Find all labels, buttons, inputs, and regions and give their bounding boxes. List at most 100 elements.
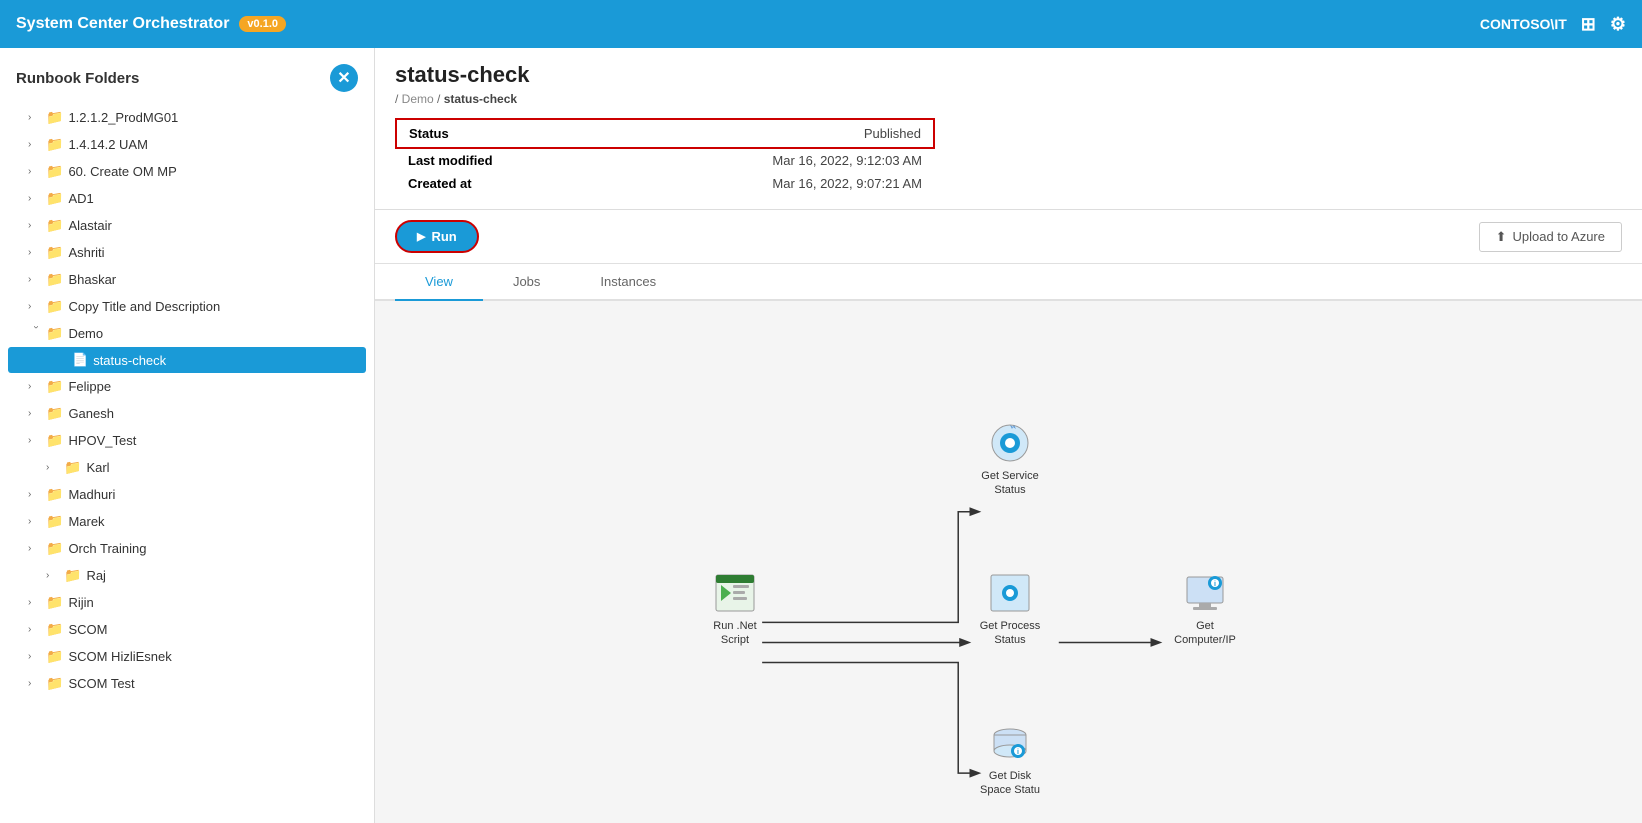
get-process-status-icon: i: [988, 571, 1032, 615]
user-label: CONTOSO\IT: [1480, 16, 1567, 32]
upload-label: Upload to Azure: [1512, 229, 1605, 244]
node-label: Get ProcessStatus: [980, 619, 1041, 648]
chevron-right-icon: ›: [46, 462, 62, 473]
upload-to-azure-button[interactable]: ⬆ Upload to Azure: [1479, 222, 1622, 252]
tab-view[interactable]: View: [395, 264, 483, 301]
page-title: status-check: [395, 62, 1622, 88]
chevron-right-icon: ›: [28, 381, 44, 392]
svg-text:i: i: [1009, 589, 1011, 598]
node-get-disk-space[interactable]: i Get DiskSpace Statu: [970, 721, 1050, 798]
chevron-right-icon: ›: [28, 597, 44, 608]
sidebar-item-bhaskar[interactable]: › 📁 Bhaskar: [0, 266, 374, 293]
last-modified-value: Mar 16, 2022, 9:12:03 AM: [696, 148, 934, 172]
breadcrumb-current: status-check: [444, 92, 517, 106]
runbook-icon: 📄: [72, 352, 88, 368]
sidebar-item-label: 60. Create OM MP: [68, 164, 176, 179]
sidebar: Runbook Folders ✕ › 📁 1.2.1.2_ProdMG01 ›…: [0, 48, 375, 823]
header-left: System Center Orchestrator v0.1.0: [16, 15, 286, 33]
sidebar-item-label: SCOM HizliEsnek: [68, 649, 171, 664]
chevron-right-icon: ›: [28, 166, 44, 177]
sidebar-item-scomtest[interactable]: › 📁 SCOM Test: [0, 670, 374, 697]
sidebar-item-karl[interactable]: › 📁 Karl: [0, 454, 374, 481]
chevron-right-icon: ›: [28, 408, 44, 419]
folder-icon: 📁: [46, 621, 63, 638]
run-button[interactable]: ▶ Run: [395, 220, 479, 253]
run-label: Run: [431, 229, 456, 244]
folder-icon: 📁: [46, 244, 63, 261]
sidebar-item-madhuri[interactable]: › 📁 Madhuri: [0, 481, 374, 508]
sidebar-item-demo[interactable]: › 📁 Demo: [0, 320, 374, 347]
folder-icon: 📁: [46, 163, 63, 180]
chevron-right-icon: ›: [28, 247, 44, 258]
app-title: System Center Orchestrator: [16, 15, 229, 33]
sidebar-item-60om[interactable]: › 📁 60. Create OM MP: [0, 158, 374, 185]
chevron-right-icon: ›: [28, 220, 44, 231]
chevron-right-icon: ›: [28, 651, 44, 662]
sidebar-item-label: Raj: [86, 568, 106, 583]
sidebar-item-label: 1.4.14.2 UAM: [68, 137, 148, 152]
folder-icon: 📁: [46, 271, 63, 288]
grid-icon[interactable]: ⊞: [1581, 14, 1596, 35]
folder-icon: 📁: [46, 190, 63, 207]
folder-icon: 📁: [46, 109, 63, 126]
node-get-service-status[interactable]: i Get ServiceStatus: [970, 421, 1050, 498]
folder-icon: 📁: [46, 675, 63, 692]
status-value: Published: [696, 119, 934, 148]
sidebar-close-button[interactable]: ✕: [330, 64, 358, 92]
folder-icon: 📁: [46, 513, 63, 530]
sidebar-item-marek[interactable]: › 📁 Marek: [0, 508, 374, 535]
sidebar-item-scomhiz[interactable]: › 📁 SCOM HizliEsnek: [0, 643, 374, 670]
folder-icon: 📁: [64, 567, 81, 584]
version-badge: v0.1.0: [239, 16, 286, 32]
sidebar-item-label: AD1: [68, 191, 93, 206]
sidebar-item-felippe[interactable]: › 📁 Felippe: [0, 373, 374, 400]
node-get-computer-ip[interactable]: i GetComputer/IP: [1165, 571, 1245, 648]
sidebar-item-label: Copy Title and Description: [68, 299, 220, 314]
chevron-right-icon: ›: [28, 274, 44, 285]
svg-text:i: i: [1017, 749, 1019, 756]
sidebar-item-rijin[interactable]: › 📁 Rijin: [0, 589, 374, 616]
sidebar-item-scom[interactable]: › 📁 SCOM: [0, 616, 374, 643]
chevron-right-icon: ›: [46, 570, 62, 581]
get-computer-ip-icon: i: [1183, 571, 1227, 615]
chevron-right-icon: ›: [28, 193, 44, 204]
sidebar-item-copytitle[interactable]: › 📁 Copy Title and Description: [0, 293, 374, 320]
sidebar-item-hpov[interactable]: › 📁 HPOV_Test: [0, 427, 374, 454]
chevron-right-icon: ›: [28, 489, 44, 500]
gear-icon[interactable]: ⚙: [1610, 14, 1626, 35]
chevron-right-icon: ›: [28, 516, 44, 527]
folder-icon: 📁: [46, 648, 63, 665]
sidebar-item-label: Orch Training: [68, 541, 146, 556]
node-label: Get DiskSpace Statu: [980, 769, 1040, 798]
sidebar-item-ashriti[interactable]: › 📁 Ashriti: [0, 239, 374, 266]
main-layout: Runbook Folders ✕ › 📁 1.2.1.2_ProdMG01 ›…: [0, 48, 1642, 823]
sidebar-item-1212[interactable]: › 📁 1.2.1.2_ProdMG01: [0, 104, 374, 131]
sidebar-item-label: Marek: [68, 514, 104, 529]
sidebar-item-raj[interactable]: › 📁 Raj: [0, 562, 374, 589]
folder-icon: 📁: [46, 378, 63, 395]
tab-jobs[interactable]: Jobs: [483, 264, 570, 301]
run-net-script-icon: [713, 571, 757, 615]
breadcrumb: / Demo / status-check: [395, 92, 1622, 106]
sidebar-item-label: Ashriti: [68, 245, 104, 260]
sidebar-item-ad1[interactable]: › 📁 AD1: [0, 185, 374, 212]
sidebar-title: Runbook Folders: [16, 70, 139, 87]
sidebar-item-1414[interactable]: › 📁 1.4.14.2 UAM: [0, 131, 374, 158]
folder-icon: 📁: [64, 459, 81, 476]
sidebar-item-label: 1.2.1.2_ProdMG01: [68, 110, 178, 125]
folder-icon: 📁: [46, 594, 63, 611]
sidebar-item-label: Ganesh: [68, 406, 114, 421]
sidebar-item-orch[interactable]: › 📁 Orch Training: [0, 535, 374, 562]
folder-icon: 📁: [46, 217, 63, 234]
chevron-right-icon: ›: [28, 139, 44, 150]
node-run-net-script[interactable]: Run .NetScript: [695, 571, 775, 648]
sidebar-list: › 📁 1.2.1.2_ProdMG01 › 📁 1.4.14.2 UAM › …: [0, 100, 374, 823]
sidebar-item-statuscheck[interactable]: 📄 status-check: [8, 347, 366, 373]
sidebar-item-label: Madhuri: [68, 487, 115, 502]
app-header: System Center Orchestrator v0.1.0 CONTOS…: [0, 0, 1642, 48]
tab-instances[interactable]: Instances: [570, 264, 686, 301]
sidebar-item-alastair[interactable]: › 📁 Alastair: [0, 212, 374, 239]
sidebar-item-ganesh[interactable]: › 📁 Ganesh: [0, 400, 374, 427]
sidebar-item-label: Bhaskar: [68, 272, 116, 287]
node-get-process-status[interactable]: i Get ProcessStatus: [970, 571, 1050, 648]
